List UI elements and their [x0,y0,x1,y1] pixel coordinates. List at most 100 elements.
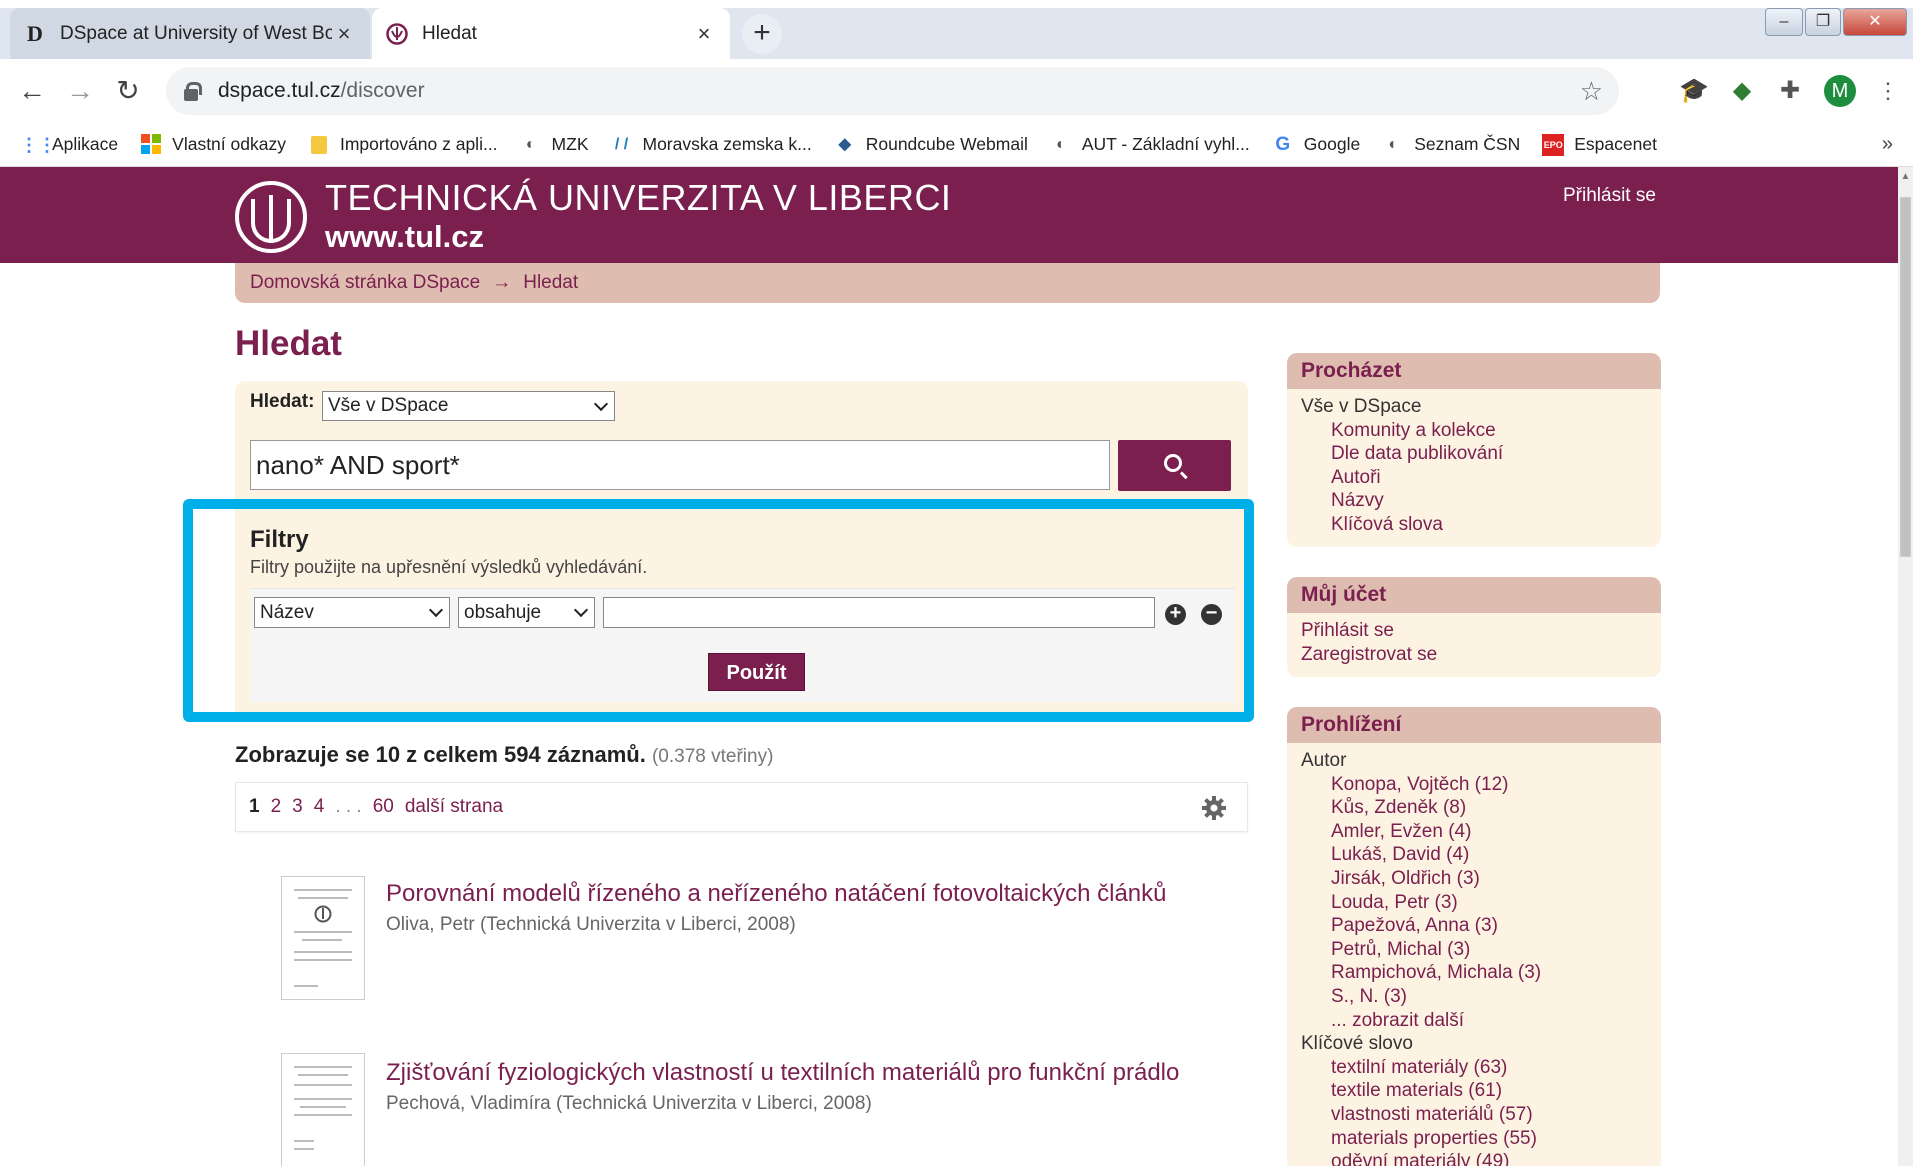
windows-icon [140,133,162,156]
account-register-link[interactable]: Zaregistrovat se [1301,643,1647,667]
result-thumbnail[interactable] [281,1053,365,1166]
facet-keyword-link[interactable]: oděvní materiály (49) [1301,1150,1647,1166]
google-icon: G [1275,133,1291,155]
browse-link-communities[interactable]: Komunity a kolekce [1301,419,1647,443]
facet-keyword-link[interactable]: vlastnosti materiálů (57) [1301,1103,1647,1127]
facet-keyword-link[interactable]: materials properties (55) [1301,1127,1647,1151]
bookmark-espacenet[interactable]: EPO Espacenet [1542,133,1657,156]
browser-menu-icon[interactable]: ⋮ [1872,75,1904,107]
tul-favicon-icon [386,22,408,45]
url-host: dspace.tul.cz [218,79,341,102]
facet-author-link[interactable]: Jirsák, Oldřich (3) [1301,867,1647,891]
extensions-puzzle-icon[interactable]: ✚ [1774,75,1806,107]
page-link[interactable]: 4 [314,796,325,818]
browse-panel: Procházet Vše v DSpace Komunity a kolekc… [1287,353,1661,547]
breadcrumb-current: Hledat [523,272,579,293]
folder-icon [308,134,330,156]
bookmarks-overflow-icon[interactable]: » [1882,133,1893,156]
facet-author-label: Autor [1301,750,1347,771]
facet-author-link[interactable]: Petrů, Michal (3) [1301,938,1647,962]
account-panel: Můj účet Přihlásit se Zaregistrovat se [1287,577,1661,677]
university-web[interactable]: www.tul.cz [325,219,484,255]
bookmark-label: Moravska zemska k... [642,134,812,154]
profile-avatar[interactable]: M [1824,75,1856,107]
reload-icon[interactable]: ↻ [108,71,148,111]
scope-value: Vše v DSpace [328,395,449,416]
breadcrumb-home-link[interactable]: Domovská stránka DSpace [250,272,480,294]
facet-author-link[interactable]: Kůs, Zdeněk (8) [1301,796,1647,820]
page-link[interactable]: 2 [271,796,282,818]
bookmark-google[interactable]: G Google [1272,134,1360,156]
facet-author-link[interactable]: Lukáš, David (4) [1301,843,1647,867]
close-window-icon[interactable]: ✕ [1843,8,1907,36]
scope-label: Hledat: [250,391,315,412]
facet-author-link[interactable]: Louda, Petr (3) [1301,891,1647,915]
bookmark-roundcube[interactable]: ◆ Roundcube Webmail [834,134,1028,156]
page-scrollbar[interactable]: ▲ [1898,167,1913,1166]
breadcrumb: Domovská stránka DSpace → Hledat [235,263,1660,303]
forward-arrow-icon[interactable]: → [60,71,100,111]
bookmark-mzk[interactable]: ◐ MZK [520,134,589,156]
browse-link-authors[interactable]: Autoři [1301,466,1647,490]
facet-author-link[interactable]: Rampichová, Michala (3) [1301,961,1647,985]
scroll-up-icon[interactable]: ▲ [1900,171,1911,185]
chevron-down-icon [593,396,609,411]
browse-link-titles[interactable]: Názvy [1301,489,1647,513]
facet-author-link[interactable]: Papežová, Anna (3) [1301,914,1647,938]
back-arrow-icon[interactable]: ← [12,71,52,111]
minimize-window-icon[interactable]: – [1765,8,1803,36]
results-summary: Zobrazuje se 10 z celkem 594 záznamů. (0… [235,742,773,768]
bookmark-aplikace[interactable]: ⋮⋮ Aplikace [20,134,118,156]
bookmark-label: Vlastní odkazy [172,134,286,154]
close-tab-icon[interactable]: × [332,21,356,47]
extension-green-icon[interactable]: ◆ [1726,75,1758,107]
pagination: 1 2 3 4 . . . 60 další strana [235,782,1248,832]
bookmark-label: Google [1303,134,1361,154]
dspace-favicon-icon: D [27,20,43,46]
facet-author-link[interactable]: Konopa, Vojtěch (12) [1301,773,1647,797]
facet-keyword-link[interactable]: textilní materiály (63) [1301,1056,1647,1080]
globe-icon: ◐ [525,135,536,153]
next-page-link[interactable]: další strana [405,796,503,818]
bookmark-seznam-csn[interactable]: ◐ Seznam ČSN [1382,134,1520,156]
account-login-link[interactable]: Přihlásit se [1301,619,1647,643]
result-thumbnail[interactable] [281,876,365,1000]
extension-cap-icon[interactable]: 🎓 [1678,75,1710,107]
bookmark-vlastni-odkazy[interactable]: Vlastní odkazy [140,133,286,156]
search-input[interactable]: nano* AND sport* [250,440,1110,490]
bookmark-moravska-zemska[interactable]: / / Moravska zemska k... [611,134,812,156]
facet-keyword-label: Klíčové slovo [1301,1033,1413,1055]
close-tab-icon[interactable]: × [692,21,716,47]
browse-link-keywords[interactable]: Klíčová slova [1301,513,1647,537]
page-link-current[interactable]: 1 [249,796,260,818]
result-item: Zjišťování fyziologických vlastností u t… [235,1053,1248,1166]
page-link[interactable]: 3 [292,796,303,818]
scrollbar-thumb[interactable] [1900,197,1911,557]
maximize-window-icon[interactable]: ❐ [1805,8,1841,36]
facet-keyword-link[interactable]: textile materials (61) [1301,1079,1647,1103]
facet-author-show-more[interactable]: ... zobrazit další [1301,1009,1647,1033]
tab-dspace-west-bohemia[interactable]: D DSpace at University of West Bohemia × [10,8,370,59]
login-link[interactable]: Přihlásit se [1563,185,1656,207]
scope-select[interactable]: Vše v DSpace [322,391,615,421]
tab-hledat[interactable]: Hledat × [372,8,730,59]
address-bar[interactable]: dspace.tul.cz/discover ☆ [166,67,1619,115]
account-panel-body: Přihlásit se Zaregistrovat se [1287,613,1661,674]
globe-icon: ◐ [1388,135,1399,153]
new-tab-button[interactable]: + [742,14,782,54]
browse-link-by-date[interactable]: Dle data publikování [1301,442,1647,466]
bookmark-importovano[interactable]: Importováno z apli... [308,134,498,156]
university-name[interactable]: TECHNICKÁ UNIVERZITA V LIBERCI [325,177,951,219]
tul-logo-icon[interactable] [235,181,307,253]
result-title-link[interactable]: Zjišťování fyziologických vlastností u t… [386,1059,1179,1087]
result-title-link[interactable]: Porovnání modelů řízeného a neřízeného n… [386,880,1167,908]
mzk-icon: / / [614,135,629,153]
facet-author-link[interactable]: S., N. (3) [1301,985,1647,1009]
bookmark-star-icon[interactable]: ☆ [1580,76,1603,107]
page-link-last[interactable]: 60 [373,796,394,818]
facet-author-link[interactable]: Amler, Evžen (4) [1301,820,1647,844]
bookmark-label: AUT - Základní vyhl... [1081,134,1250,154]
search-button[interactable] [1118,440,1231,491]
gear-icon[interactable] [1201,795,1227,821]
bookmark-aut[interactable]: ◐ AUT - Základní vyhl... [1050,134,1250,156]
